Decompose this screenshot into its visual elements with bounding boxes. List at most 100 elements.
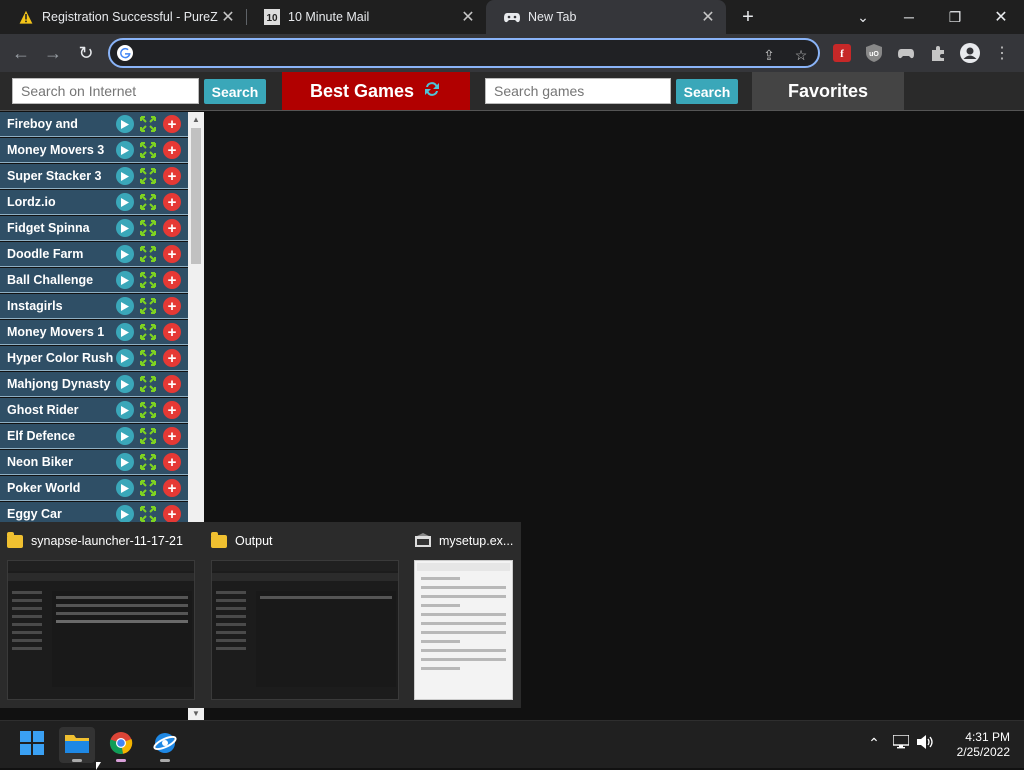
fullscreen-icon[interactable]	[139, 427, 157, 445]
game-list-item[interactable]: Money Movers 3 +	[0, 138, 188, 163]
play-icon[interactable]	[116, 505, 134, 523]
add-favorite-icon[interactable]: +	[163, 427, 181, 445]
game-list-item[interactable]: Super Stacker 3 +	[0, 164, 188, 189]
restore-button[interactable]: ❐	[932, 0, 978, 34]
game-name[interactable]: Eggy Car	[0, 507, 114, 521]
add-favorite-icon[interactable]: +	[163, 453, 181, 471]
fullscreen-icon[interactable]	[139, 323, 157, 341]
search-internet-button[interactable]: Search	[204, 79, 266, 104]
preview-output[interactable]: Output	[204, 522, 408, 708]
game-list-item[interactable]: Ghost Rider +	[0, 398, 188, 423]
tab-purezc[interactable]: Registration Successful - PureZC ✕	[0, 0, 246, 34]
address-bar[interactable]: ⇪ ☆	[108, 38, 820, 68]
game-name[interactable]: Elf Defence	[0, 429, 114, 443]
game-list-item[interactable]: Poker World +	[0, 476, 188, 501]
add-favorite-icon[interactable]: +	[163, 115, 181, 133]
tab-new-tab[interactable]: New Tab ✕	[486, 0, 726, 34]
game-list-item[interactable]: Mahjong Dynasty +	[0, 372, 188, 397]
system-clock[interactable]: 4:31 PM 2/25/2022	[946, 730, 1010, 760]
play-icon[interactable]	[116, 245, 134, 263]
game-list-item[interactable]: Doodle Farm +	[0, 242, 188, 267]
add-favorite-icon[interactable]: +	[163, 297, 181, 315]
chrome-taskbar-button[interactable]	[103, 727, 139, 763]
play-icon[interactable]	[116, 219, 134, 237]
play-icon[interactable]	[116, 349, 134, 367]
fullscreen-icon[interactable]	[139, 349, 157, 367]
game-list-item[interactable]: Hyper Color Rush +	[0, 346, 188, 371]
search-internet-input[interactable]: Search on Internet	[12, 78, 199, 104]
fullscreen-icon[interactable]	[139, 479, 157, 497]
game-name[interactable]: Mahjong Dynasty	[0, 377, 114, 391]
scroll-up-arrow[interactable]: ▲	[188, 112, 204, 126]
new-tab-button[interactable]: +	[736, 5, 760, 29]
play-icon[interactable]	[116, 427, 134, 445]
app-taskbar-button[interactable]	[147, 727, 183, 763]
add-favorite-icon[interactable]: +	[163, 141, 181, 159]
tab-search-icon[interactable]: ⌄	[840, 0, 886, 34]
game-list-item[interactable]: Money Movers 1 +	[0, 320, 188, 345]
game-list-item[interactable]: Ball Challenge +	[0, 268, 188, 293]
game-name[interactable]: Neon Biker	[0, 455, 114, 469]
play-icon[interactable]	[116, 193, 134, 211]
fullscreen-icon[interactable]	[139, 193, 157, 211]
add-favorite-icon[interactable]: +	[163, 479, 181, 497]
favorites-button[interactable]: Favorites	[752, 72, 904, 110]
game-name[interactable]: Doodle Farm	[0, 247, 114, 261]
game-list-item[interactable]: Neon Biker +	[0, 450, 188, 475]
game-name[interactable]: Ghost Rider	[0, 403, 114, 417]
add-favorite-icon[interactable]: +	[163, 167, 181, 185]
play-icon[interactable]	[116, 401, 134, 419]
reload-button[interactable]: ↻	[71, 38, 101, 68]
fullscreen-icon[interactable]	[139, 167, 157, 185]
close-tab-icon[interactable]: ✕	[218, 7, 238, 27]
close-tab-icon[interactable]: ✕	[698, 7, 718, 27]
fullscreen-icon[interactable]	[139, 271, 157, 289]
chevron-up-icon[interactable]: ⌃	[866, 735, 882, 752]
add-favorite-icon[interactable]: +	[163, 349, 181, 367]
game-list-item[interactable]: Fireboy and +	[0, 112, 188, 137]
play-icon[interactable]	[116, 167, 134, 185]
play-icon[interactable]	[116, 375, 134, 393]
ublock-icon[interactable]: uO	[862, 41, 886, 65]
game-name[interactable]: Poker World	[0, 481, 114, 495]
fullscreen-icon[interactable]	[139, 245, 157, 263]
game-name[interactable]: Fidget Spinna	[0, 221, 114, 235]
add-favorite-icon[interactable]: +	[163, 193, 181, 211]
menu-kebab-icon[interactable]: ⋮	[990, 41, 1014, 65]
extensions-puzzle-icon[interactable]	[926, 41, 950, 65]
game-name[interactable]: Super Stacker 3	[0, 169, 114, 183]
fullscreen-icon[interactable]	[139, 375, 157, 393]
game-name[interactable]: Ball Challenge	[0, 273, 114, 287]
add-favorite-icon[interactable]: +	[163, 271, 181, 289]
network-icon[interactable]	[892, 735, 910, 749]
play-icon[interactable]	[116, 115, 134, 133]
add-favorite-icon[interactable]: +	[163, 375, 181, 393]
fullscreen-icon[interactable]	[139, 219, 157, 237]
file-explorer-taskbar-button[interactable]	[59, 727, 95, 763]
search-games-button[interactable]: Search	[676, 79, 738, 104]
game-list-item[interactable]: Instagirls +	[0, 294, 188, 319]
fullscreen-icon[interactable]	[139, 115, 157, 133]
game-name[interactable]: Instagirls	[0, 299, 114, 313]
close-tab-icon[interactable]: ✕	[458, 7, 478, 27]
play-icon[interactable]	[116, 453, 134, 471]
gamepad-extension-icon[interactable]	[894, 41, 918, 65]
bookmark-star-icon[interactable]: ☆	[792, 46, 810, 64]
fullscreen-icon[interactable]	[139, 401, 157, 419]
game-name[interactable]: Hyper Color Rush	[0, 351, 114, 365]
tab-10minutemail[interactable]: 10 10 Minute Mail ✕	[246, 0, 486, 34]
play-icon[interactable]	[116, 297, 134, 315]
flash-extension-icon[interactable]: f	[830, 41, 854, 65]
game-name[interactable]: Money Movers 3	[0, 143, 114, 157]
back-button[interactable]: ←	[6, 38, 36, 68]
scroll-thumb[interactable]	[191, 128, 201, 264]
game-name[interactable]: Fireboy and	[0, 117, 114, 131]
start-button[interactable]	[14, 727, 50, 763]
share-icon[interactable]: ⇪	[760, 46, 778, 64]
close-window-button[interactable]: ✕	[978, 0, 1024, 34]
fullscreen-icon[interactable]	[139, 505, 157, 523]
add-favorite-icon[interactable]: +	[163, 245, 181, 263]
search-games-input[interactable]: Search games	[485, 78, 671, 104]
fullscreen-icon[interactable]	[139, 297, 157, 315]
add-favorite-icon[interactable]: +	[163, 323, 181, 341]
